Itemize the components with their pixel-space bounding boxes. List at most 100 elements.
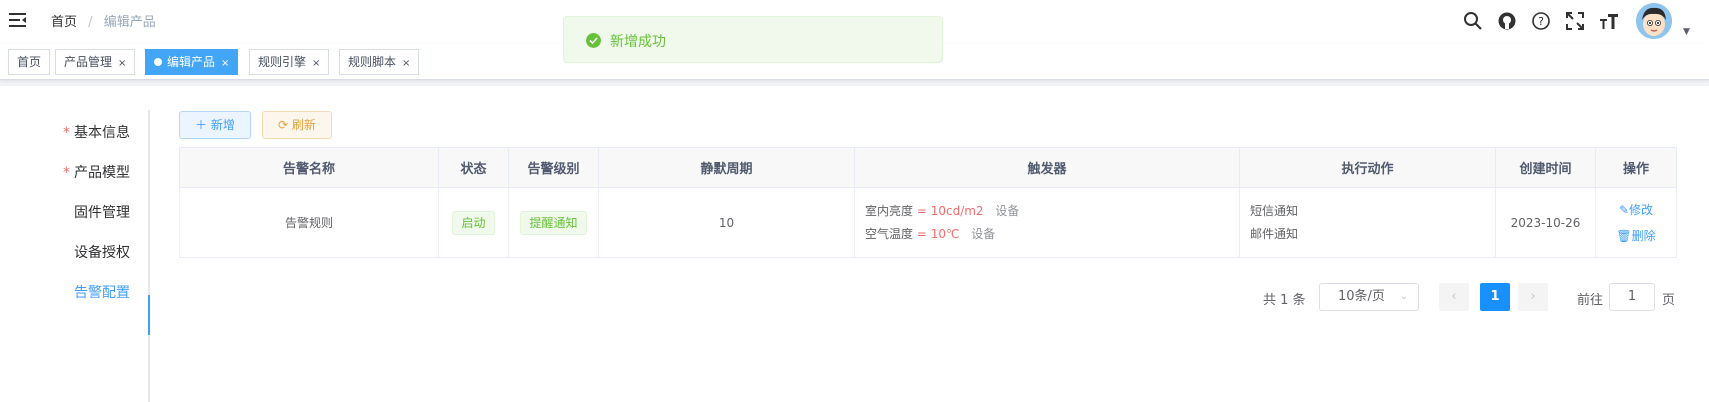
page-number-current[interactable]: 1: [1480, 283, 1510, 311]
svg-text:?: ?: [1538, 15, 1544, 28]
goto-label: 前往: [1577, 293, 1604, 308]
level-badge: 提醒通知: [520, 210, 587, 235]
fullscreen-icon[interactable]: [1565, 11, 1585, 31]
font-size-icon[interactable]: [1599, 11, 1619, 31]
status-badge: 启动: [452, 210, 495, 235]
cell-alarm-name: 告警规则: [179, 187, 439, 258]
add-button[interactable]: ＋ 新增: [179, 111, 251, 139]
trigger-line: 室内亮度 = 10cd/m2 设备: [865, 200, 1239, 223]
column-header: 创建时间: [1495, 147, 1596, 188]
next-page-button[interactable]: ›: [1518, 283, 1548, 311]
tag-rule-engine[interactable]: 规则引擎 ×: [249, 49, 330, 75]
tag-edit-product[interactable]: 编辑产品 ×: [145, 49, 239, 75]
success-toast: 新增成功: [563, 16, 943, 63]
side-tab-label: 固件管理: [74, 205, 130, 221]
side-tab-label: 基本信息: [74, 125, 130, 141]
tag-home[interactable]: 首页: [8, 49, 51, 75]
side-tab-alarm-config[interactable]: 告警配置: [74, 282, 130, 302]
trigger-source: 设备: [995, 203, 1020, 218]
trigger-name: 空气温度: [865, 226, 914, 241]
tag-label: 规则脚本: [348, 55, 397, 69]
trigger-name: 室内亮度: [865, 203, 914, 218]
tag-product-management[interactable]: 产品管理 ×: [55, 49, 136, 75]
chevron-down-icon[interactable]: ▼: [1683, 27, 1690, 37]
column-header: 告警名称: [179, 147, 439, 188]
github-icon[interactable]: [1497, 11, 1517, 31]
chevron-left-icon: ‹: [1451, 289, 1457, 304]
check-circle-icon: [586, 33, 601, 48]
main-panel: * 基本信息 * 产品模型 固件管理 设备授权 告警配置 ＋ 新增 ⟳ 刷新 告警名…: [0, 86, 1709, 402]
cell-silence-period: 10: [598, 187, 855, 258]
hamburger-icon[interactable]: [8, 10, 28, 30]
tag-label: 编辑产品: [167, 55, 216, 69]
close-icon[interactable]: ×: [221, 58, 229, 69]
close-icon[interactable]: ×: [118, 58, 126, 69]
edit-link[interactable]: ✎修改: [1596, 197, 1676, 223]
page-size-value: 10条/页: [1338, 289, 1385, 304]
column-header: 执行动作: [1239, 147, 1496, 188]
cell-created-time: 2023-10-26: [1495, 187, 1596, 258]
cell-actions: 短信通知 邮件通知: [1239, 187, 1496, 258]
refresh-button[interactable]: ⟳ 刷新: [262, 111, 332, 139]
edit-label: 修改: [1629, 202, 1654, 217]
column-header: 触发器: [854, 147, 1240, 188]
close-icon[interactable]: ×: [402, 58, 410, 69]
active-dot-icon: [154, 58, 162, 66]
close-icon[interactable]: ×: [312, 58, 320, 69]
pagination-total: 共 1 条: [1263, 293, 1306, 308]
alarm-table: 告警名称 状态 告警级别 静默周期 触发器 执行动作 创建时间 操作 告警规则 …: [179, 147, 1677, 258]
avatar-icon: [1636, 3, 1672, 39]
tag-label: 首页: [17, 55, 42, 69]
breadcrumb: 首页 / 编辑产品: [51, 11, 156, 30]
column-header: 操作: [1595, 147, 1677, 188]
plus-icon: ＋: [195, 118, 211, 132]
action-item: 短信通知: [1250, 203, 1299, 218]
chevron-down-icon: ⌄: [1399, 291, 1408, 302]
column-header: 状态: [438, 147, 509, 188]
active-tab-indicator: [148, 295, 150, 335]
cell-status: 启动: [438, 187, 509, 258]
side-tab-device-auth[interactable]: 设备授权: [74, 242, 130, 262]
cell-operations: ✎修改 🗑删除: [1595, 187, 1677, 258]
column-header: 告警级别: [508, 147, 599, 188]
trash-icon: 🗑: [1616, 228, 1632, 243]
trigger-source: 设备: [971, 226, 996, 241]
add-button-label: 新增: [210, 118, 235, 132]
breadcrumb-current: 编辑产品: [103, 15, 156, 30]
breadcrumb-home[interactable]: 首页: [51, 15, 77, 30]
trigger-condition: = 10℃: [916, 226, 960, 241]
trigger-line: 空气温度 = 10℃ 设备: [865, 223, 1239, 246]
table-header-row: 告警名称 状态 告警级别 静默周期 触发器 执行动作 创建时间 操作: [179, 147, 1677, 188]
tag-rule-script[interactable]: 规则脚本 ×: [339, 49, 420, 75]
side-tab-product-model[interactable]: * 产品模型: [63, 162, 130, 182]
help-icon[interactable]: ?: [1531, 11, 1551, 31]
breadcrumb-separator: /: [88, 15, 93, 30]
required-mark: *: [63, 125, 70, 141]
trigger-condition: = 10cd/m2: [916, 203, 984, 218]
column-header: 静默周期: [598, 147, 855, 188]
avatar[interactable]: [1636, 3, 1672, 39]
refresh-icon: ⟳: [278, 118, 292, 132]
side-tab-label: 设备授权: [74, 245, 130, 261]
tag-label: 产品管理: [64, 55, 113, 69]
cell-triggers: 室内亮度 = 10cd/m2 设备 空气温度 = 10℃ 设备: [854, 187, 1240, 258]
side-tab-firmware[interactable]: 固件管理: [74, 202, 130, 222]
edit-icon: ✎: [1618, 202, 1630, 217]
goto-page-input[interactable]: 1: [1609, 283, 1655, 311]
prev-page-button[interactable]: ‹: [1439, 283, 1469, 311]
tag-label: 规则引擎: [258, 55, 307, 69]
side-tab-label: 告警配置: [74, 285, 130, 301]
chevron-right-icon: ›: [1530, 289, 1536, 304]
action-item: 邮件通知: [1250, 226, 1299, 241]
page-suffix: 页: [1662, 293, 1676, 308]
side-tab-basic-info[interactable]: * 基本信息: [63, 122, 130, 142]
page-size-select[interactable]: 10条/页 ⌄: [1319, 283, 1419, 311]
delete-link[interactable]: 🗑删除: [1596, 223, 1676, 249]
delete-label: 删除: [1631, 228, 1656, 243]
table-row: 告警规则 启动 提醒通知 10 室内亮度 = 10cd/m2 设备 空气温度 =…: [179, 187, 1677, 258]
toast-message: 新增成功: [610, 34, 666, 50]
required-mark: *: [63, 165, 70, 181]
search-icon[interactable]: [1463, 11, 1483, 31]
cell-level: 提醒通知: [508, 187, 599, 258]
side-tab-label: 产品模型: [74, 165, 130, 181]
